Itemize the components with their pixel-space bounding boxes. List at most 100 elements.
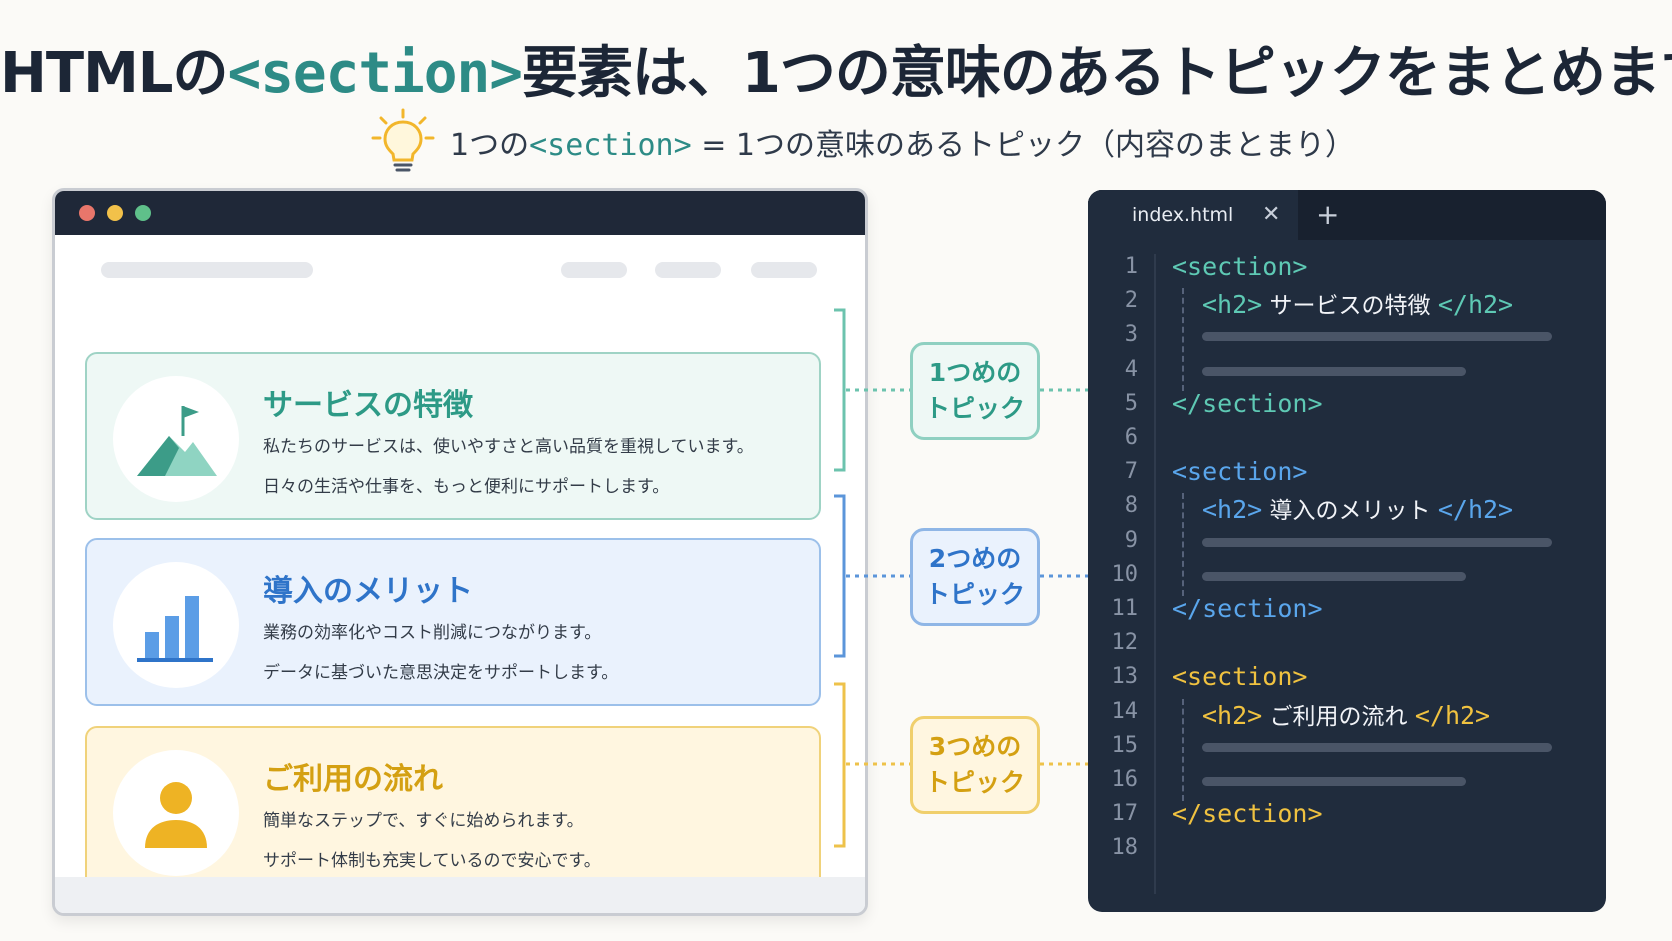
topic-label-line: 2つめの xyxy=(928,544,1022,573)
card-icon-circle xyxy=(113,376,239,502)
card-text-line: 日々の生活や仕事を、もっと便利にサポートします。 xyxy=(263,477,670,497)
code-section-open: <section> xyxy=(1172,662,1308,692)
title-text-1: HTMLの xyxy=(0,41,228,106)
line-gutter xyxy=(1154,254,1156,894)
code-h2-close-tag: </h2> xyxy=(1437,495,1514,525)
topic-label-line: トピック xyxy=(924,580,1025,609)
card-text-line: 業務の効率化やコスト削減につながります。 xyxy=(263,623,602,643)
page-title: HTMLの<section>要素は、1つの意味のあるトピックをまとめます xyxy=(0,28,1672,109)
maximize-dot-icon xyxy=(135,205,151,221)
line-number: 15 xyxy=(1111,732,1139,758)
card-text-line: 私たちのサービスは、使いやすさと高い品質を重視しています。 xyxy=(263,437,754,457)
indent-guide xyxy=(1182,493,1184,596)
code-editor: index.html ✕ + 1 2 3 4 5 6 7 8 9 10 11 12 13 14 15 16 17… xyxy=(1088,190,1606,912)
close-dot-icon xyxy=(79,205,95,221)
topic-label-3: 3つめの トピック xyxy=(910,716,1040,814)
code-placeholder-bar xyxy=(1202,332,1552,342)
line-number: 17 xyxy=(1111,801,1139,827)
code-h2-text: ご利用の流れ xyxy=(1262,703,1415,730)
browser-window: サービスの特徴 私たちのサービスは、使いやすさと高い品質を重視しています。 日々… xyxy=(52,188,868,916)
code-h2-open-tag: <h2> xyxy=(1202,495,1263,525)
subtitle-code: <section> xyxy=(529,128,692,163)
card-heading: サービスの特徴 xyxy=(263,388,473,423)
code-h2-text: サービスの特徴 xyxy=(1262,293,1438,320)
code-h2-open-tag: <h2> xyxy=(1202,700,1263,730)
code-placeholder-bar xyxy=(1202,777,1466,786)
tab-label: index.html xyxy=(1132,204,1234,226)
line-number: 16 xyxy=(1111,767,1139,792)
line-number: 11 xyxy=(1111,596,1139,621)
bar-chart-icon xyxy=(137,596,213,662)
card-icon-circle xyxy=(113,562,239,688)
mountain-flag-icon xyxy=(137,406,217,476)
line-number: 3 xyxy=(1124,322,1138,348)
code-h2-open-tag: <h2> xyxy=(1202,290,1263,320)
code-placeholder-bar xyxy=(1202,537,1552,547)
placeholder-nav-item xyxy=(751,262,817,278)
browser-content: サービスの特徴 私たちのサービスは、使いやすさと高い品質を重視しています。 日々… xyxy=(55,235,865,894)
code-h2-line: <h2> サービスの特徴 </h2> xyxy=(1202,286,1513,320)
line-number: 10 xyxy=(1111,561,1139,587)
card-heading: ご利用の流れ xyxy=(263,762,443,797)
code-section-close: </section> xyxy=(1172,388,1323,418)
code-section-close: </section> xyxy=(1172,594,1323,623)
line-number: 18 xyxy=(1111,835,1139,861)
indent-guide xyxy=(1182,288,1184,391)
subtitle: 1つの<section> = 1つの意味のあるトピック（内容のまとまり） xyxy=(370,108,1355,176)
line-number: 8 xyxy=(1124,493,1138,519)
card-icon-circle xyxy=(113,750,239,876)
topic-label-1: 1つめの トピック xyxy=(910,342,1040,440)
minimize-dot-icon xyxy=(107,205,123,221)
section-card-features: サービスの特徴 私たちのサービスは、使いやすさと高い品質を重視しています。 日々… xyxy=(85,352,821,520)
section-card-flow: ご利用の流れ 簡単なステップで、すぐに始められます。 サポート体制も充実している… xyxy=(85,726,821,894)
line-number: 6 xyxy=(1124,425,1138,450)
code-placeholder-bar xyxy=(1202,571,1466,581)
line-number: 4 xyxy=(1124,356,1138,382)
placeholder-nav-item xyxy=(561,262,627,278)
code-section-open: <section> xyxy=(1172,457,1308,487)
subtitle-text-2: = 1つの意味のあるトピック（内容のまとまり） xyxy=(701,128,1355,163)
code-section-close: </section> xyxy=(1172,799,1323,829)
section-card-benefits: 導入のメリット 業務の効率化やコスト削減につながります。 データに基づいた意思決… xyxy=(85,538,821,706)
close-icon[interactable]: ✕ xyxy=(1262,202,1280,227)
editor-tabbar: index.html ✕ + xyxy=(1088,190,1606,240)
lightbulb-icon xyxy=(371,108,435,172)
topic-label-line: 3つめの xyxy=(928,732,1022,761)
code-placeholder-bar xyxy=(1202,742,1552,752)
code-h2-line: <h2> ご利用の流れ </h2> xyxy=(1202,697,1490,731)
title-code: <section> xyxy=(227,41,522,106)
add-tab-icon[interactable]: + xyxy=(1316,198,1339,231)
line-number: 14 xyxy=(1111,698,1139,724)
placeholder-logo xyxy=(101,262,313,278)
code-h2-line: <h2> 導入のメリット </h2> xyxy=(1202,491,1513,525)
line-number: 7 xyxy=(1124,459,1138,485)
topic-label-line: トピック xyxy=(924,768,1025,797)
line-number: 13 xyxy=(1111,664,1139,690)
card-text-line: 簡単なステップで、すぐに始められます。 xyxy=(263,811,584,831)
line-number: 5 xyxy=(1124,390,1138,416)
browser-footer xyxy=(55,877,865,913)
topic-label-line: 1つめの xyxy=(928,358,1022,387)
browser-titlebar xyxy=(55,191,865,235)
code-h2-text: 導入のメリット xyxy=(1262,498,1438,525)
topic-label-2: 2つめの トピック xyxy=(910,528,1040,626)
line-number: 1 xyxy=(1124,254,1138,279)
code-h2-close-tag: </h2> xyxy=(1414,700,1491,730)
topic-label-line: トピック xyxy=(924,394,1025,423)
line-number: 9 xyxy=(1124,527,1138,553)
code-h2-close-tag: </h2> xyxy=(1437,290,1514,320)
card-text-line: データに基づいた意思決定をサポートします。 xyxy=(263,663,619,683)
code-placeholder-bar xyxy=(1202,366,1466,376)
card-heading: 導入のメリット xyxy=(263,574,473,609)
code-area[interactable]: 1 2 3 4 5 6 7 8 9 10 11 12 13 14 15 16 17 18 <section> <h2>… xyxy=(1088,240,1606,912)
line-number: 2 xyxy=(1124,288,1138,314)
subtitle-text-1: 1つの xyxy=(450,128,530,163)
indent-guide xyxy=(1182,698,1184,802)
title-text-2: 要素は、1つの意味のあるトピックをまとめます xyxy=(521,41,1672,106)
tab-index-html[interactable]: index.html ✕ xyxy=(1088,190,1298,240)
person-icon xyxy=(145,782,207,848)
code-section-open: <section> xyxy=(1172,252,1308,281)
placeholder-nav-item xyxy=(655,262,721,278)
card-text-line: サポート体制も充実しているので安心です。 xyxy=(263,851,601,871)
line-number: 12 xyxy=(1111,630,1139,656)
